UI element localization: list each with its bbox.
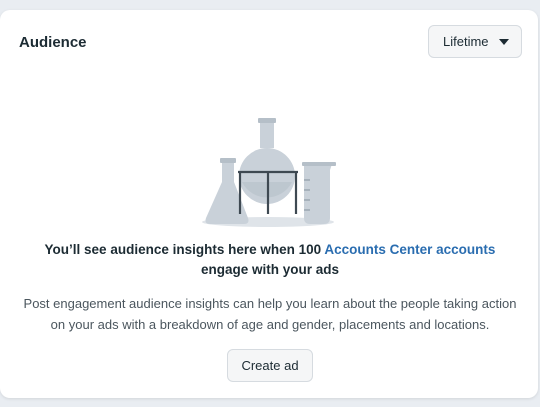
headline-text-end: engage with your ads (200, 262, 340, 277)
date-range-selected: Lifetime (443, 34, 489, 49)
create-ad-button[interactable]: Create ad (227, 349, 313, 382)
accounts-center-link[interactable]: Accounts Center accounts (324, 242, 495, 257)
headline-text-start: You’ll see audience insights here when 1… (44, 242, 325, 257)
caret-down-icon (499, 39, 509, 45)
date-range-dropdown[interactable]: Lifetime (428, 25, 522, 58)
card-title: Audience (19, 34, 87, 51)
empty-state-description: Post engagement audience insights can he… (23, 296, 517, 332)
audience-card: Audience Lifetime You’ll see audience in… (0, 10, 538, 398)
lab-flasks-illustration (202, 118, 336, 227)
empty-state-headline: You’ll see audience insights here when 1… (20, 240, 520, 280)
